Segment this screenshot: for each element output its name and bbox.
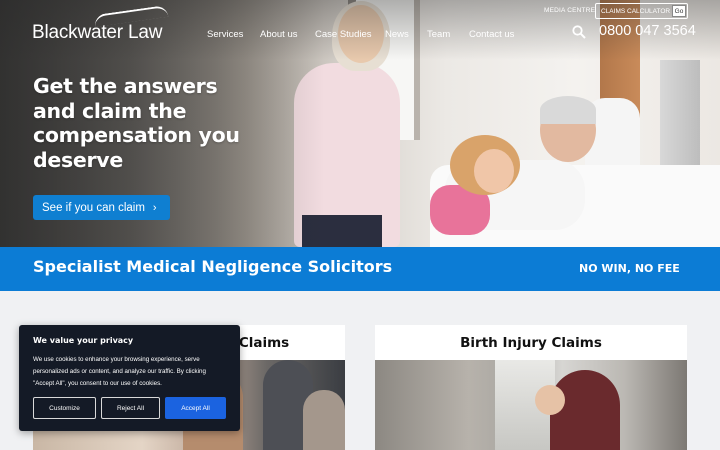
nav-team[interactable]: Team: [427, 29, 450, 40]
customize-button[interactable]: Customize: [33, 397, 96, 419]
reject-all-button[interactable]: Reject All: [101, 397, 160, 419]
logo-name: Blackwater: [32, 22, 123, 43]
band-tagline: NO WIN, NO FEE: [579, 262, 680, 275]
logo-law: Law: [128, 22, 163, 43]
birth-injury-card-image: [375, 360, 687, 450]
search-icon[interactable]: [572, 25, 586, 39]
card-title: Birth Injury Claims: [460, 335, 602, 351]
claims-calculator-select[interactable]: CLAIMS CALCULATOR ⌄ Go: [595, 3, 688, 19]
cookie-banner: We value your privacy We use cookies to …: [19, 325, 240, 431]
nav-about-us[interactable]: About us: [260, 29, 298, 40]
site-logo[interactable]: Blackwater Law: [32, 4, 172, 43]
specialist-band: Specialist Medical Negligence Solicitors…: [0, 247, 720, 291]
media-centre-link[interactable]: MEDIA CENTRE: [544, 7, 595, 14]
phone-number[interactable]: 0800 047 3564: [599, 23, 696, 39]
cookie-text: We use cookies to enhance your browsing …: [33, 356, 206, 388]
nav-news[interactable]: News: [385, 29, 409, 40]
nav-services[interactable]: Services: [207, 29, 243, 40]
accept-all-button[interactable]: Accept All: [165, 397, 226, 419]
birth-injury-card[interactable]: Birth Injury Claims: [375, 325, 687, 450]
nav-case-studies[interactable]: Case Studies: [315, 29, 372, 40]
nav-contact-us[interactable]: Contact us: [469, 29, 514, 40]
cta-label: See if you can claim: [42, 201, 145, 214]
cookie-title: We value your privacy: [33, 336, 134, 345]
hero-headline: Get the answers and claim the compensati…: [33, 74, 240, 172]
chevron-right-icon: ›: [152, 201, 157, 214]
go-button[interactable]: Go: [672, 5, 686, 17]
see-if-you-can-claim-button[interactable]: See if you can claim ›: [33, 195, 170, 220]
band-title: Specialist Medical Negligence Solicitors: [33, 257, 393, 276]
claims-calculator-label: CLAIMS CALCULATOR: [601, 7, 671, 15]
